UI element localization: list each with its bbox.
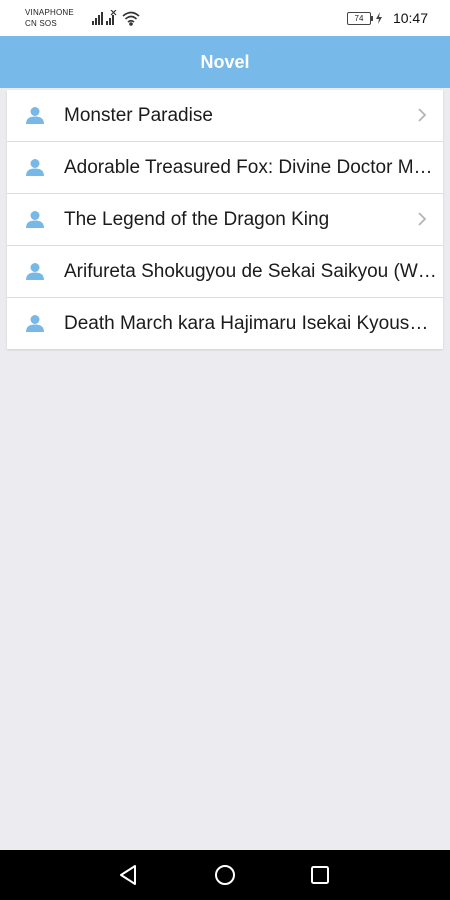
user-icon [26,211,44,228]
novel-list: Monster Paradise Adorable Treasured Fox:… [7,90,443,349]
clock: 10:47 [392,10,428,26]
user-icon [26,263,44,280]
chevron-right-icon [418,108,427,122]
list-item[interactable]: The Legend of the Dragon King [7,194,443,246]
user-icon [26,159,44,176]
status-bar: VINAPHONE CN SOS 74 10:47 [0,0,450,36]
navigation-bar [0,850,450,900]
home-circle-icon[interactable] [213,863,237,887]
user-icon [26,107,44,124]
list-item[interactable]: Monster Paradise [7,90,443,142]
back-triangle-icon[interactable] [116,863,140,887]
carrier-info: VINAPHONE CN SOS [25,7,74,29]
user-icon [26,315,44,332]
list-item[interactable]: Adorable Treasured Fox: Divine Doctor Mo… [7,142,443,194]
page-title: Novel [200,51,250,72]
novel-title: Death March kara Hajimaru Isekai Kyousou… [64,313,437,334]
status-right: 74 10:47 [346,9,428,27]
charging-icon [375,12,382,24]
signal-icon [92,12,103,25]
list-item[interactable]: Death March kara Hajimaru Isekai Kyousou… [7,298,443,349]
title-bar: Novel [0,36,450,88]
battery-icon: 74 [346,11,373,25]
list-item[interactable]: Arifureta Shokugyou de Sekai Saikyou (WN… [7,246,443,298]
novel-title: The Legend of the Dragon King [64,209,330,230]
app-screen: VINAPHONE CN SOS 74 10:47 Novel Monster … [0,0,450,900]
novel-title: Arifureta Shokugyou de Sekai Saikyou (WN… [64,261,437,282]
carrier-name: VINAPHONE [25,8,74,17]
battery-level: 74 [354,13,364,23]
signal-indicators [92,9,152,26]
chevron-right-icon [418,212,427,226]
novel-title: Adorable Treasured Fox: Divine Doctor Mo… [64,157,437,178]
carrier-sub: CN SOS [25,19,57,28]
recents-square-icon[interactable] [308,863,332,887]
no-signal-icon [106,9,117,25]
wifi-icon [122,11,140,26]
novel-title: Monster Paradise [64,105,213,126]
